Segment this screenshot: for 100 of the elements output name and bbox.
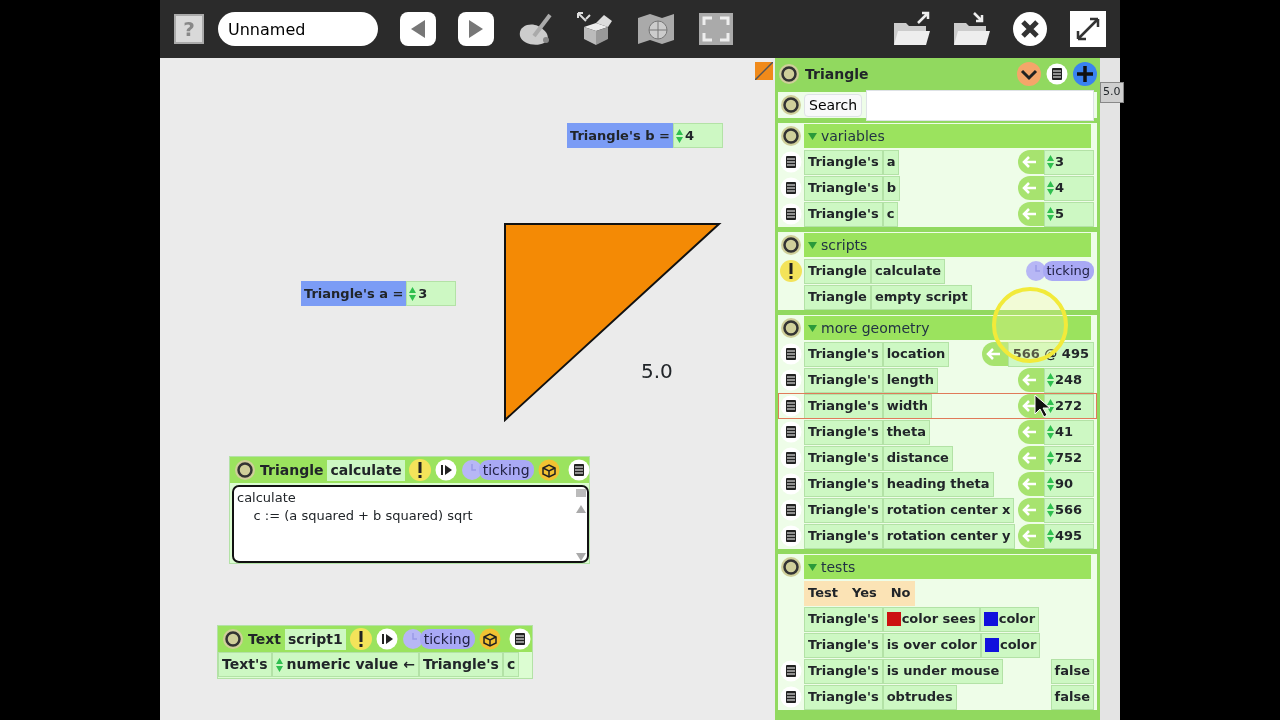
tile[interactable]: Triangle's (804, 367, 883, 393)
tile[interactable]: empty script (870, 284, 972, 310)
color-swatch[interactable] (983, 612, 998, 626)
watcher-value[interactable]: 3 (406, 281, 457, 306)
tile[interactable]: rotation center x (882, 497, 1015, 523)
tile[interactable]: length (882, 367, 938, 393)
tile[interactable]: rotation center y (882, 523, 1015, 549)
menu-icon[interactable] (780, 151, 802, 173)
status-button[interactable]: ticking (1042, 261, 1094, 281)
tile[interactable]: Triangle's (804, 658, 883, 684)
menu-icon[interactable] (780, 203, 802, 225)
tile[interactable]: Triangle (804, 258, 871, 284)
menu-icon[interactable] (780, 395, 802, 417)
menu-icon[interactable] (780, 177, 802, 199)
tile[interactable]: theta (882, 419, 930, 445)
menu-icon[interactable] (1046, 63, 1068, 85)
halo-handle-icon[interactable] (780, 317, 802, 339)
exclamation-icon[interactable] (349, 628, 372, 650)
halo-handle-icon[interactable] (780, 94, 802, 116)
category-title[interactable]: tests (821, 556, 856, 578)
search-button[interactable]: Search (804, 93, 863, 117)
globe-map-icon[interactable] (636, 12, 676, 46)
tile[interactable]: obtrudes (882, 684, 957, 710)
tile[interactable]: distance (882, 445, 953, 471)
menu-icon[interactable] (780, 473, 802, 495)
value-field[interactable]: false (1050, 684, 1094, 710)
value-field[interactable]: 566 (1044, 497, 1094, 523)
step-icon[interactable] (434, 459, 457, 481)
tile[interactable]: Triangle's (804, 684, 883, 710)
color-swatch[interactable] (984, 638, 999, 652)
exclamation-icon[interactable] (780, 260, 802, 282)
value-field[interactable]: 752 (1044, 445, 1094, 471)
test-tile[interactable]: Test Yes No (804, 580, 915, 606)
script-name[interactable]: script1 (284, 628, 346, 650)
version-tab[interactable]: 5.0 (1100, 82, 1124, 103)
tile[interactable]: Triangle's (804, 175, 883, 201)
tile[interactable]: Triangle's (804, 471, 883, 497)
status-button[interactable]: ticking (419, 629, 475, 649)
halo-handle-icon[interactable] (222, 628, 244, 650)
menu-icon[interactable] (780, 421, 802, 443)
category-title[interactable]: scripts (821, 234, 868, 256)
status-button[interactable]: ticking (478, 460, 534, 480)
menu-icon[interactable] (780, 447, 802, 469)
folder-icon[interactable] (892, 11, 930, 47)
scrollbar-drawing[interactable] (575, 487, 587, 563)
tile[interactable]: is under mouse (882, 658, 1004, 684)
halo-handle-icon[interactable] (778, 63, 800, 85)
halo-handle-icon[interactable] (780, 125, 802, 147)
tile[interactable]: Triangle's (804, 341, 883, 367)
tile[interactable]: Triangle's (804, 419, 883, 445)
value-field[interactable]: 248 (1044, 367, 1094, 393)
tile[interactable]: Triangle's (804, 606, 883, 632)
forward-button[interactable] (458, 12, 494, 46)
code-editor[interactable]: calculate c := (a squared + b squared) sqrt (232, 485, 589, 563)
menu-icon[interactable] (567, 459, 590, 481)
tile[interactable]: Triangle's (804, 445, 883, 471)
menu-icon[interactable] (508, 628, 531, 650)
folder-icon[interactable] (952, 11, 990, 47)
tile[interactable]: Triangle's (804, 149, 883, 175)
search-field[interactable] (866, 89, 1094, 121)
menu-icon[interactable] (780, 369, 802, 391)
watcher-value[interactable]: 4 (672, 123, 723, 148)
tile[interactable]: location (882, 341, 950, 367)
project-name-field[interactable]: Unnamed (218, 12, 378, 46)
script-name[interactable]: calculate (327, 459, 405, 481)
tile[interactable]: Triangle's (804, 497, 883, 523)
halo-handle-icon[interactable] (234, 459, 256, 481)
halo-handle-icon[interactable] (780, 556, 802, 578)
menu-icon[interactable] (780, 686, 802, 708)
tile[interactable]: Triangle's (804, 632, 883, 658)
tile[interactable]: Triangle's (804, 201, 883, 227)
supplies-box-icon[interactable] (576, 11, 614, 47)
value-field[interactable]: 4 (1044, 175, 1094, 201)
chevron-icon[interactable] (1017, 62, 1041, 86)
halo-handle-icon[interactable] (780, 234, 802, 256)
exclamation-icon[interactable] (408, 459, 431, 481)
menu-icon[interactable] (780, 660, 802, 682)
tile[interactable]: Triangle's (418, 652, 503, 677)
plus-icon[interactable] (1073, 62, 1097, 86)
value-field[interactable]: 495 (1044, 523, 1094, 549)
tile[interactable]: Triangle's (804, 393, 883, 419)
value-field[interactable]: 41 (1044, 419, 1094, 445)
tile[interactable]: Triangle's (804, 523, 883, 549)
tile[interactable]: calculate (870, 258, 946, 284)
menu-icon[interactable] (780, 343, 802, 365)
menu-icon[interactable] (780, 525, 802, 547)
color-swatch[interactable] (886, 612, 901, 626)
menu-icon[interactable] (780, 499, 802, 521)
close-icon[interactable] (1012, 11, 1048, 47)
value-field[interactable]: 90 (1044, 471, 1094, 497)
value-field[interactable]: 3 (1044, 149, 1094, 175)
cube-icon[interactable] (537, 459, 560, 481)
tile[interactable]: width (882, 393, 932, 419)
step-icon[interactable] (375, 628, 398, 650)
tile[interactable]: Triangle (804, 284, 871, 310)
value-field[interactable]: 5 (1044, 201, 1094, 227)
value-field[interactable]: false (1050, 658, 1094, 684)
cube-icon[interactable] (478, 628, 501, 650)
back-button[interactable] (400, 12, 436, 46)
flap-icon[interactable] (755, 62, 773, 80)
